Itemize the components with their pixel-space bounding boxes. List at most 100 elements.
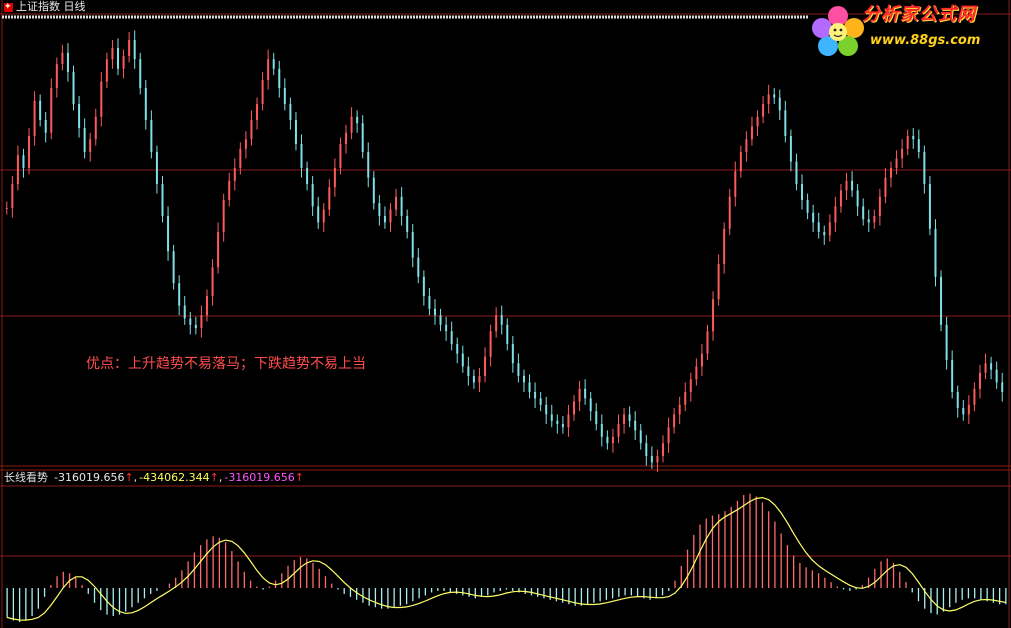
candle-body [422,276,425,296]
candle-body [634,420,637,431]
candle-body [945,324,948,360]
candle-body [311,184,314,207]
candle-body [728,196,731,229]
candle-body [678,404,681,415]
candle-body [256,104,259,120]
candle-body [495,315,498,332]
candle-body [400,196,403,216]
candle-body [539,398,542,405]
candle-body [395,196,398,210]
chart-title: 上证指数 日线 [16,0,86,13]
candle-body [984,363,987,373]
candle-body [895,158,898,168]
value-separator: , [133,471,138,484]
candle-body [923,152,926,184]
candle-body [812,212,815,223]
candle-body [878,196,881,216]
indicator-signal-line [6,496,1007,621]
candle-body [389,209,392,223]
candle-body [66,52,69,72]
candle-body [11,184,14,208]
candle-body [978,372,981,389]
candle-body [734,171,737,197]
candle-body [506,324,509,344]
candle-body [561,424,564,428]
candle-body [44,120,47,133]
candle-body [906,136,909,149]
candle-body [183,305,186,319]
candle-body [133,40,136,60]
candle-body [383,216,386,223]
indicator-value-3: -316019.656 [224,471,295,484]
candle-body [628,414,631,421]
candle-body [600,424,603,437]
candle-body [356,116,359,124]
candle-body [122,56,125,69]
candle-body [956,392,959,408]
candle-body [161,184,164,216]
candle-body [673,414,676,428]
indicator-name: 长线看势 [4,471,48,484]
candle-body [445,324,448,332]
chart-canvas [0,0,1011,628]
candle-body [545,404,548,415]
candle-body [717,264,720,300]
candle-body [689,379,692,392]
candle-body [528,382,531,392]
candle-body [912,136,915,140]
candle-body [406,216,409,232]
candle-body [467,366,470,376]
candle-body [33,100,36,136]
candle-body [478,376,481,383]
candle-body [239,148,242,168]
candle-body [450,331,453,344]
candle-body [167,216,170,252]
candle-body [289,104,292,120]
chart-title-bar: 上证指数 日线 [4,0,86,14]
candle-body [294,120,297,144]
candle-body [194,324,197,328]
candle-body [345,132,348,144]
candle-body [639,430,642,444]
flower-logo-icon [812,6,864,56]
candle-body [378,203,381,216]
candle-body [83,128,86,152]
candle-body [745,139,748,152]
candle-body [155,152,158,184]
candle-body [428,296,431,309]
candle-body [178,283,181,306]
candle-body [16,155,19,184]
candle-body [61,52,64,64]
chart-gridlines [0,0,1011,628]
up-arrow-icon: ↑ [124,471,134,484]
brand-name: 分析家公式网 [862,4,976,25]
candle-body [411,232,414,258]
chart-logo-icon[interactable] [4,0,13,14]
candle-body [712,299,715,332]
candle-body [801,184,804,200]
candle-body [484,356,487,376]
candle-body [934,228,937,277]
candle-body [472,376,475,383]
candle-body [200,315,203,328]
candle-body [205,296,208,316]
candle-body [973,388,976,405]
candle-body [928,184,931,229]
candle-body [228,180,231,200]
candle-body [5,208,8,209]
chart-annotation: 优点：上升趋势不易落马；下跌趋势不易上当 [86,356,366,372]
candle-body [940,276,943,325]
candle-body [623,414,626,424]
indicator-histogram[interactable] [6,493,1007,622]
candle-body [578,388,581,402]
candle-body [806,200,809,213]
candle-body [278,68,281,88]
candle-body [372,177,375,204]
candle-body [817,222,820,232]
candle-body [22,155,25,168]
price-candlesticks[interactable] [5,30,1004,472]
candle-body [684,392,687,405]
candle-body [283,88,286,104]
candle-body [100,81,103,117]
candle-body [828,222,831,236]
